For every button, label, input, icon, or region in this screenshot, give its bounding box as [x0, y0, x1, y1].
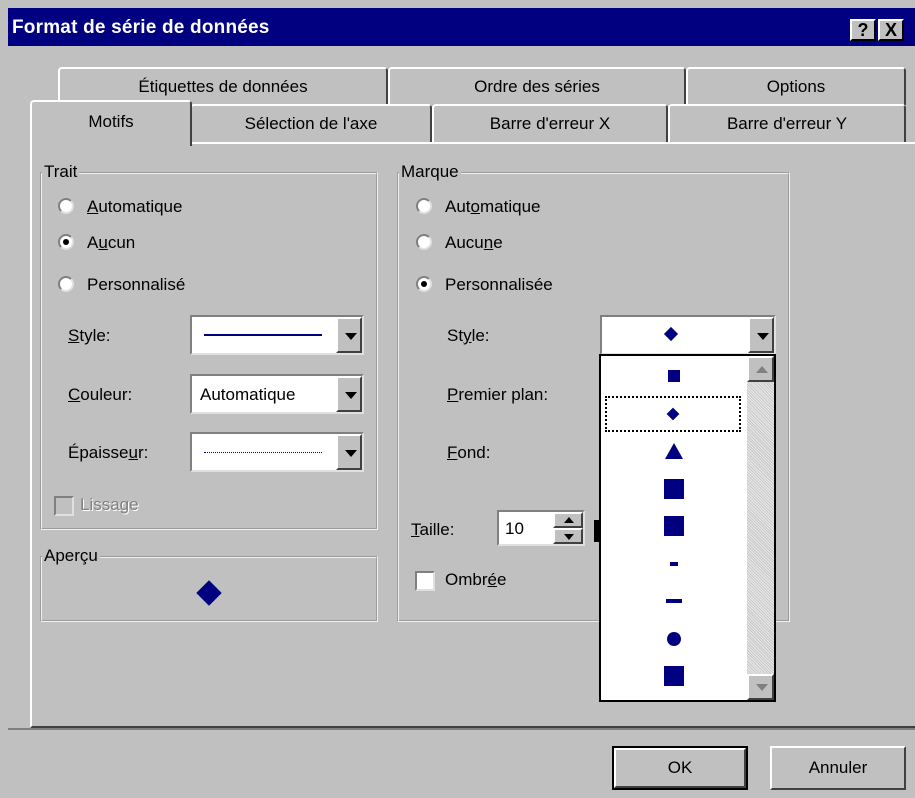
square-marker-icon — [664, 516, 684, 536]
tab-ordre-series[interactable]: Ordre des séries — [388, 67, 686, 105]
dropdown-scrollbar[interactable] — [747, 356, 774, 700]
marque-legend: Marque — [399, 162, 461, 182]
solid-line-swatch — [204, 334, 322, 336]
trait-color-value: Automatique — [200, 385, 296, 404]
marker-option-short-dash[interactable] — [601, 546, 747, 582]
scroll-down-icon[interactable] — [747, 674, 774, 700]
diamond-marker-icon — [663, 326, 679, 342]
ok-button[interactable]: OK — [612, 746, 748, 790]
trait-weight-label: Épaisseur: — [68, 443, 149, 462]
tab-label: Options — [766, 77, 826, 96]
dialog-title: Format de série de données — [12, 17, 270, 38]
cancel-button[interactable]: Annuler — [770, 746, 906, 790]
marker-auto-label: Automatique — [445, 197, 541, 216]
square-marker-icon — [664, 478, 684, 499]
scroll-up-icon[interactable] — [747, 356, 774, 382]
marker-option-circle[interactable] — [601, 621, 747, 657]
marker-auto-radio[interactable] — [416, 198, 432, 214]
shadow-checkbox[interactable] — [415, 571, 435, 591]
marker-option-square[interactable] — [601, 658, 747, 694]
size-label: Taille: — [411, 520, 455, 539]
separator — [8, 728, 915, 730]
marker-none-radio[interactable] — [416, 234, 432, 250]
marker-style-dropdown[interactable] — [599, 354, 776, 702]
shadow-label: Ombrée — [445, 570, 507, 589]
square-marker-icon — [668, 370, 680, 382]
size-spinner[interactable]: 10 — [497, 510, 585, 546]
marker-option-square[interactable] — [601, 358, 747, 394]
circle-marker-icon — [667, 631, 681, 646]
background-label: Fond: — [447, 443, 491, 462]
tab-label: Barre d'erreur Y — [726, 114, 848, 133]
size-value: 10 — [505, 519, 524, 538]
triangle-marker-icon — [665, 443, 683, 459]
trait-color-select[interactable]: Automatique — [190, 374, 364, 414]
trait-auto-radio[interactable] — [58, 198, 74, 214]
marker-option-square[interactable] — [601, 508, 747, 544]
chevron-down-icon[interactable] — [336, 317, 362, 353]
square-marker-icon — [664, 666, 684, 686]
tab-label: Ordre des séries — [474, 77, 600, 96]
marker-style-label: Style: — [447, 326, 490, 345]
close-button[interactable]: X — [878, 19, 904, 41]
spin-down-icon[interactable] — [553, 528, 583, 544]
smooth-label: Lissage — [80, 495, 139, 514]
chevron-down-icon[interactable] — [748, 317, 774, 353]
tab-label: Barre d'erreur X — [489, 114, 611, 133]
tab-label: Étiquettes de données — [138, 77, 308, 96]
marker-option-diamond[interactable] — [605, 395, 741, 432]
trait-color-label: Couleur: — [68, 385, 133, 404]
tab-options[interactable]: Options — [686, 67, 906, 105]
trait-custom-label: Personnalisé — [87, 275, 186, 294]
short-dash-marker-icon — [670, 561, 678, 566]
trait-style-select[interactable] — [190, 315, 364, 355]
trait-none-label: Aucun — [87, 233, 136, 252]
marker-option-triangle[interactable] — [601, 433, 747, 469]
help-button[interactable]: ? — [850, 19, 876, 41]
marker-style-select[interactable] — [600, 315, 776, 355]
tab-label: Motifs — [88, 112, 134, 131]
cancel-button-label: Annuler — [808, 758, 868, 777]
dash-marker-icon — [666, 599, 682, 603]
trait-auto-label: Automatique — [87, 197, 183, 216]
close-icon: X — [884, 20, 897, 40]
help-icon: ? — [857, 20, 869, 40]
smooth-checkbox[interactable] — [54, 496, 74, 516]
spin-up-icon[interactable] — [553, 512, 583, 528]
diamond-marker-icon — [666, 407, 680, 420]
format-series-dialog: Format de série de données ? X Étiquette… — [0, 0, 915, 798]
trait-none-radio[interactable] — [58, 234, 74, 250]
tab-selection-axe[interactable]: Sélection de l'axe — [190, 104, 432, 144]
trait-custom-radio[interactable] — [58, 276, 74, 292]
marker-custom-radio[interactable] — [416, 276, 432, 292]
marker-option-dash[interactable] — [601, 583, 747, 619]
chevron-down-icon[interactable] — [336, 434, 362, 470]
preview-legend: Aperçu — [42, 546, 100, 566]
marker-custom-label: Personnalisée — [445, 275, 553, 294]
foreground-label: Premier plan: — [447, 385, 549, 404]
trait-legend: Trait — [42, 162, 80, 182]
thin-line-swatch — [204, 452, 322, 453]
title-bar: Format de série de données ? X — [8, 8, 915, 46]
tab-motifs[interactable]: Motifs — [30, 100, 192, 146]
trait-style-label: Style: — [68, 326, 111, 345]
ok-button-label: OK — [667, 758, 693, 777]
tab-label: Sélection de l'axe — [244, 114, 378, 133]
tab-barre-erreur-y[interactable]: Barre d'erreur Y — [668, 104, 906, 144]
marker-none-label: Aucune — [445, 233, 503, 252]
marker-option-square[interactable] — [601, 471, 747, 507]
trait-weight-select[interactable] — [190, 432, 364, 472]
tab-barre-erreur-x[interactable]: Barre d'erreur X — [432, 104, 668, 144]
chevron-down-icon[interactable] — [336, 376, 362, 412]
